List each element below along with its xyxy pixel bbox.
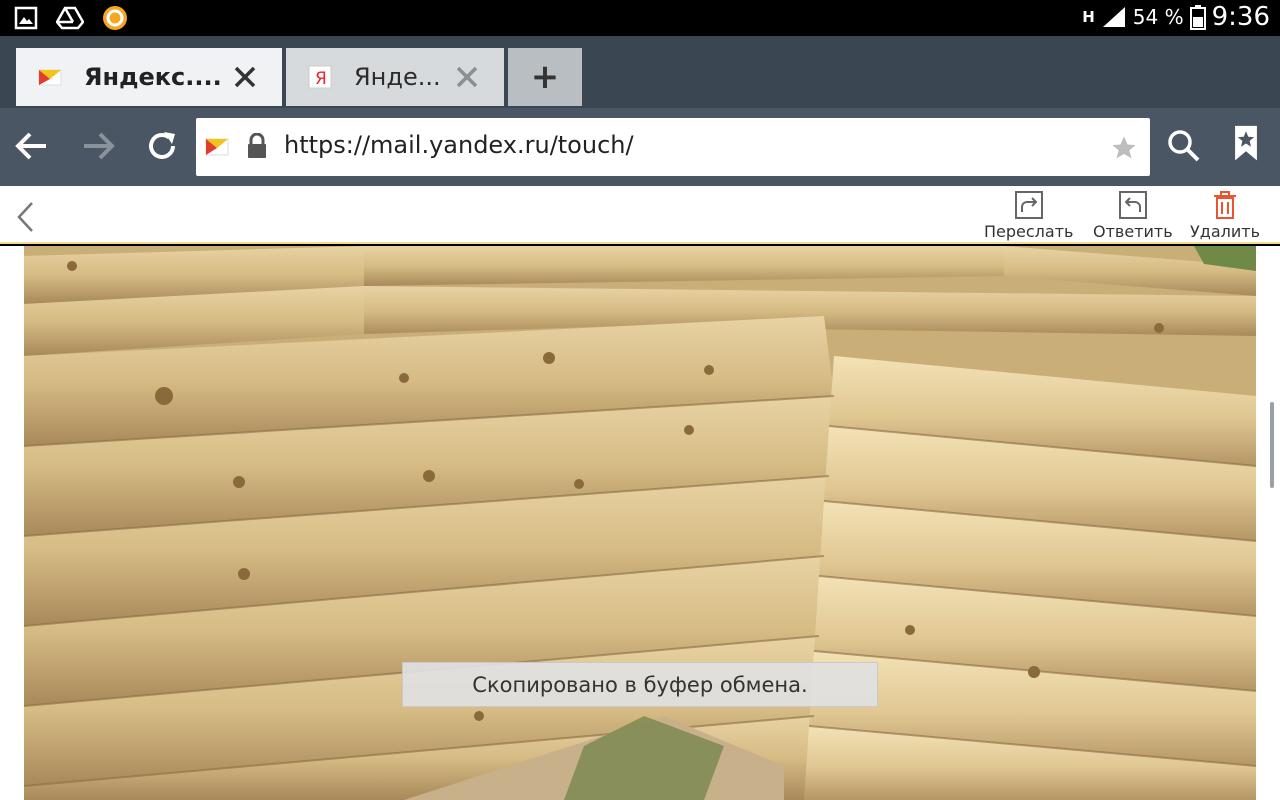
yandex-mail-icon [205, 138, 229, 156]
url-text: https://mail.yandex.ru/touch/ [284, 131, 634, 159]
toast-message: Скопировано в буфер обмена. [402, 662, 878, 707]
tab-yandex-mail[interactable]: Яндекс.... [16, 48, 282, 106]
reply-button[interactable]: Ответить [1093, 190, 1173, 241]
forward-icon [1014, 191, 1043, 219]
svg-text:Я: Я [315, 69, 327, 89]
log-wall-image [24, 246, 1256, 800]
close-tab-icon[interactable] [230, 62, 260, 92]
browser-toolbar: https://mail.yandex.ru/touch/ [0, 108, 1280, 186]
gallery-icon [14, 6, 38, 30]
tab-yandex[interactable]: Я Янде... [286, 48, 504, 106]
status-bar: H 54 % 9:36 [0, 0, 1280, 36]
battery-icon [1189, 5, 1206, 30]
delete-button[interactable]: Удалить [1190, 190, 1260, 241]
search-icon[interactable] [1164, 126, 1204, 166]
lock-icon [248, 133, 266, 158]
forward-arrow-icon[interactable] [78, 126, 118, 166]
forward-button[interactable]: Переслать [984, 190, 1073, 241]
yandex-icon: Я [308, 65, 332, 89]
mail-action-bar: Переслать Ответить Удалить [0, 186, 1280, 244]
back-arrow-icon[interactable] [12, 126, 52, 166]
message-body[interactable] [0, 246, 1280, 800]
signal-icon [1102, 7, 1125, 27]
clock: 9:36 [1211, 2, 1270, 32]
reply-label: Ответить [1093, 222, 1173, 241]
new-tab-button[interactable]: + [508, 48, 582, 106]
forward-label: Переслать [984, 222, 1074, 241]
star-icon[interactable] [1110, 134, 1138, 162]
attached-photo[interactable] [24, 246, 1256, 800]
app-icon [103, 6, 127, 30]
network-type: H [1082, 8, 1095, 26]
battery-percent: 54 % [1132, 5, 1184, 29]
reload-icon[interactable] [142, 126, 182, 166]
bookmarks-icon[interactable] [1226, 124, 1266, 164]
yandex-mail-icon [38, 69, 62, 86]
tab-strip: Яндекс.... Я Янде... + [0, 36, 1280, 108]
reply-icon [1118, 191, 1147, 219]
trash-icon [1214, 191, 1236, 219]
scrollbar[interactable] [1270, 402, 1274, 488]
back-chevron-icon[interactable] [14, 200, 38, 234]
delete-label: Удалить [1190, 222, 1260, 241]
plus-icon: + [530, 57, 560, 97]
close-tab-icon[interactable] [452, 62, 482, 92]
drive-icon [56, 6, 84, 30]
address-bar[interactable]: https://mail.yandex.ru/touch/ [196, 118, 1150, 176]
tab-title: Янде... [354, 63, 441, 91]
tab-title: Яндекс.... [84, 63, 222, 91]
